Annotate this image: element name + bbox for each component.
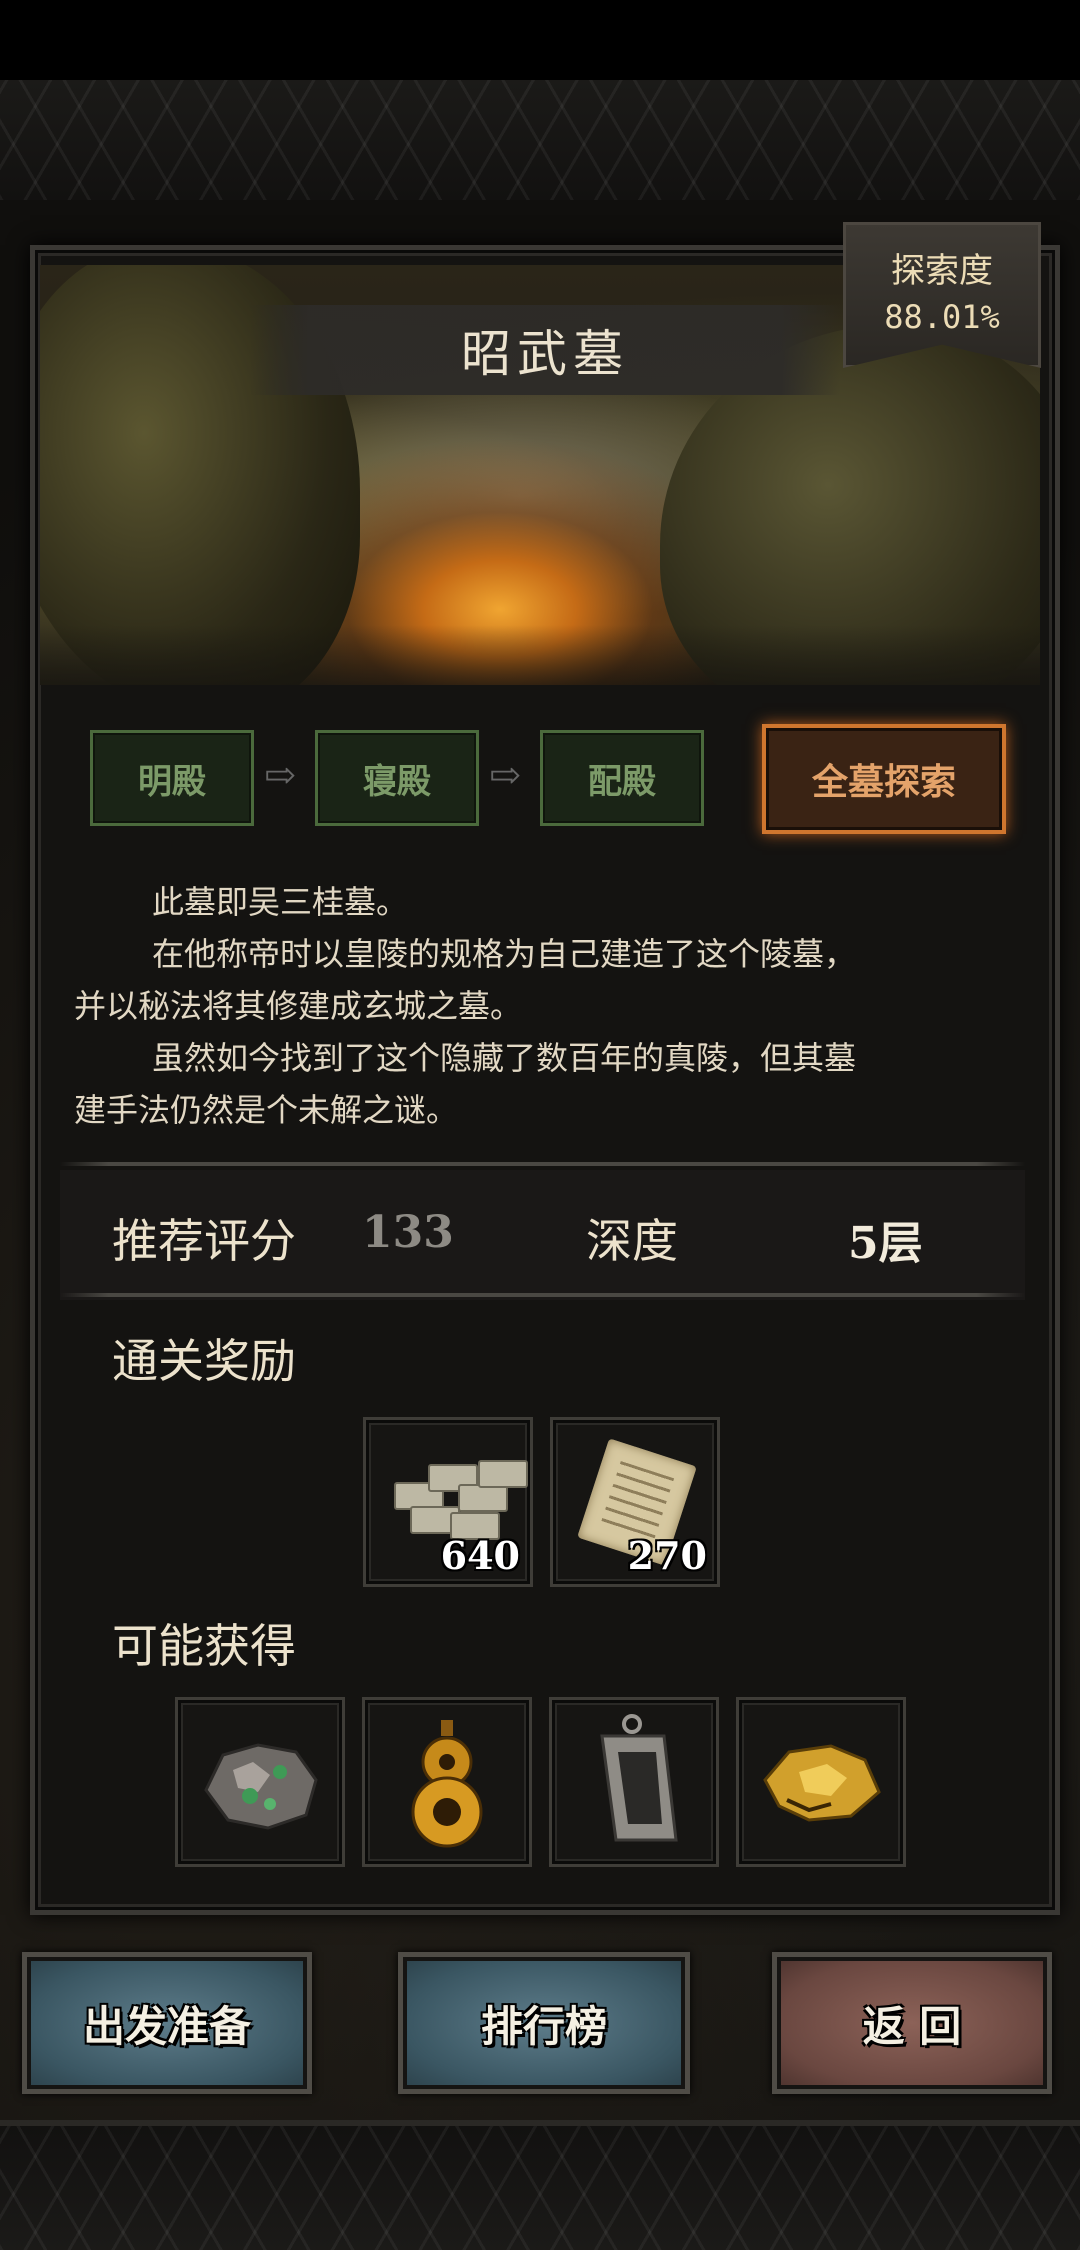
description-line: 在他称帝时以皇陵的规格为自己建造了这个陵墓， bbox=[152, 935, 857, 973]
possible-drops-label: 可能获得 bbox=[112, 1619, 296, 1673]
exploration-value: 88.01% bbox=[884, 298, 1000, 336]
route-node-ming-hall[interactable]: 明殿 bbox=[90, 730, 254, 826]
tomb-title: 昭武墓 bbox=[461, 325, 629, 383]
description-line: 建手法仍然是个未解之谜。 bbox=[74, 1091, 459, 1129]
arrow-right-icon: ⇨ bbox=[264, 753, 296, 797]
route-node-side-hall[interactable]: 配殿 bbox=[540, 730, 704, 826]
divider bbox=[60, 1162, 1025, 1166]
reward-slot-scroll[interactable]: 270 bbox=[550, 1417, 720, 1587]
drop-slot[interactable] bbox=[549, 1697, 719, 1867]
ranking-button[interactable]: 排行榜 bbox=[398, 1952, 690, 2094]
divider bbox=[60, 1293, 1025, 1297]
top-ornament-band bbox=[0, 80, 1080, 206]
description-line: 此墓即吴三桂墓。 bbox=[152, 883, 409, 921]
gold-gourd-icon bbox=[411, 1720, 483, 1848]
reward-count: 270 bbox=[627, 1533, 707, 1578]
drop-slot[interactable] bbox=[736, 1697, 906, 1867]
bottom-ornament-band bbox=[0, 2120, 1080, 2250]
reward-count: 640 bbox=[440, 1533, 520, 1578]
reward-slot-money[interactable]: 640 bbox=[363, 1417, 533, 1587]
route-node-sleep-hall[interactable]: 寝殿 bbox=[315, 730, 479, 826]
clear-rewards-label: 通关奖励 bbox=[112, 1334, 296, 1388]
tomb-title-banner: 昭武墓 bbox=[250, 305, 840, 395]
description-line: 虽然如今找到了这个隐藏了数百年的真陵，但其墓 bbox=[152, 1039, 857, 1077]
recommended-score-value: 133 bbox=[362, 1207, 454, 1258]
description-line: 并以秘法将其修建成玄城之墓。 bbox=[74, 987, 523, 1025]
silver-plaque-icon bbox=[600, 1714, 678, 1842]
status-bar bbox=[0, 0, 1080, 80]
jade-ore-icon bbox=[204, 1743, 318, 1830]
depth-value: 5层 bbox=[848, 1218, 923, 1269]
arrow-right-icon: ⇨ bbox=[489, 753, 521, 797]
drop-slot[interactable] bbox=[175, 1697, 345, 1867]
depth-label: 深度 bbox=[586, 1214, 678, 1268]
drop-slot[interactable] bbox=[362, 1697, 532, 1867]
full-tomb-explore-button[interactable]: 全墓探索 bbox=[762, 724, 1006, 834]
prepare-departure-button[interactable]: 出发准备 bbox=[22, 1952, 312, 2094]
back-button[interactable]: 返 回 bbox=[772, 1952, 1052, 2094]
gold-nugget-icon bbox=[763, 1744, 881, 1822]
exploration-label: 探索度 bbox=[891, 251, 993, 291]
cave-floor-shade bbox=[40, 625, 1040, 685]
tomb-description: 此墓即吴三桂墓。 在他称帝时以皇陵的规格为自己建造了这个陵墓， 并以秘法将其修建… bbox=[74, 876, 1034, 1136]
recommended-score-label: 推荐评分 bbox=[112, 1214, 296, 1268]
